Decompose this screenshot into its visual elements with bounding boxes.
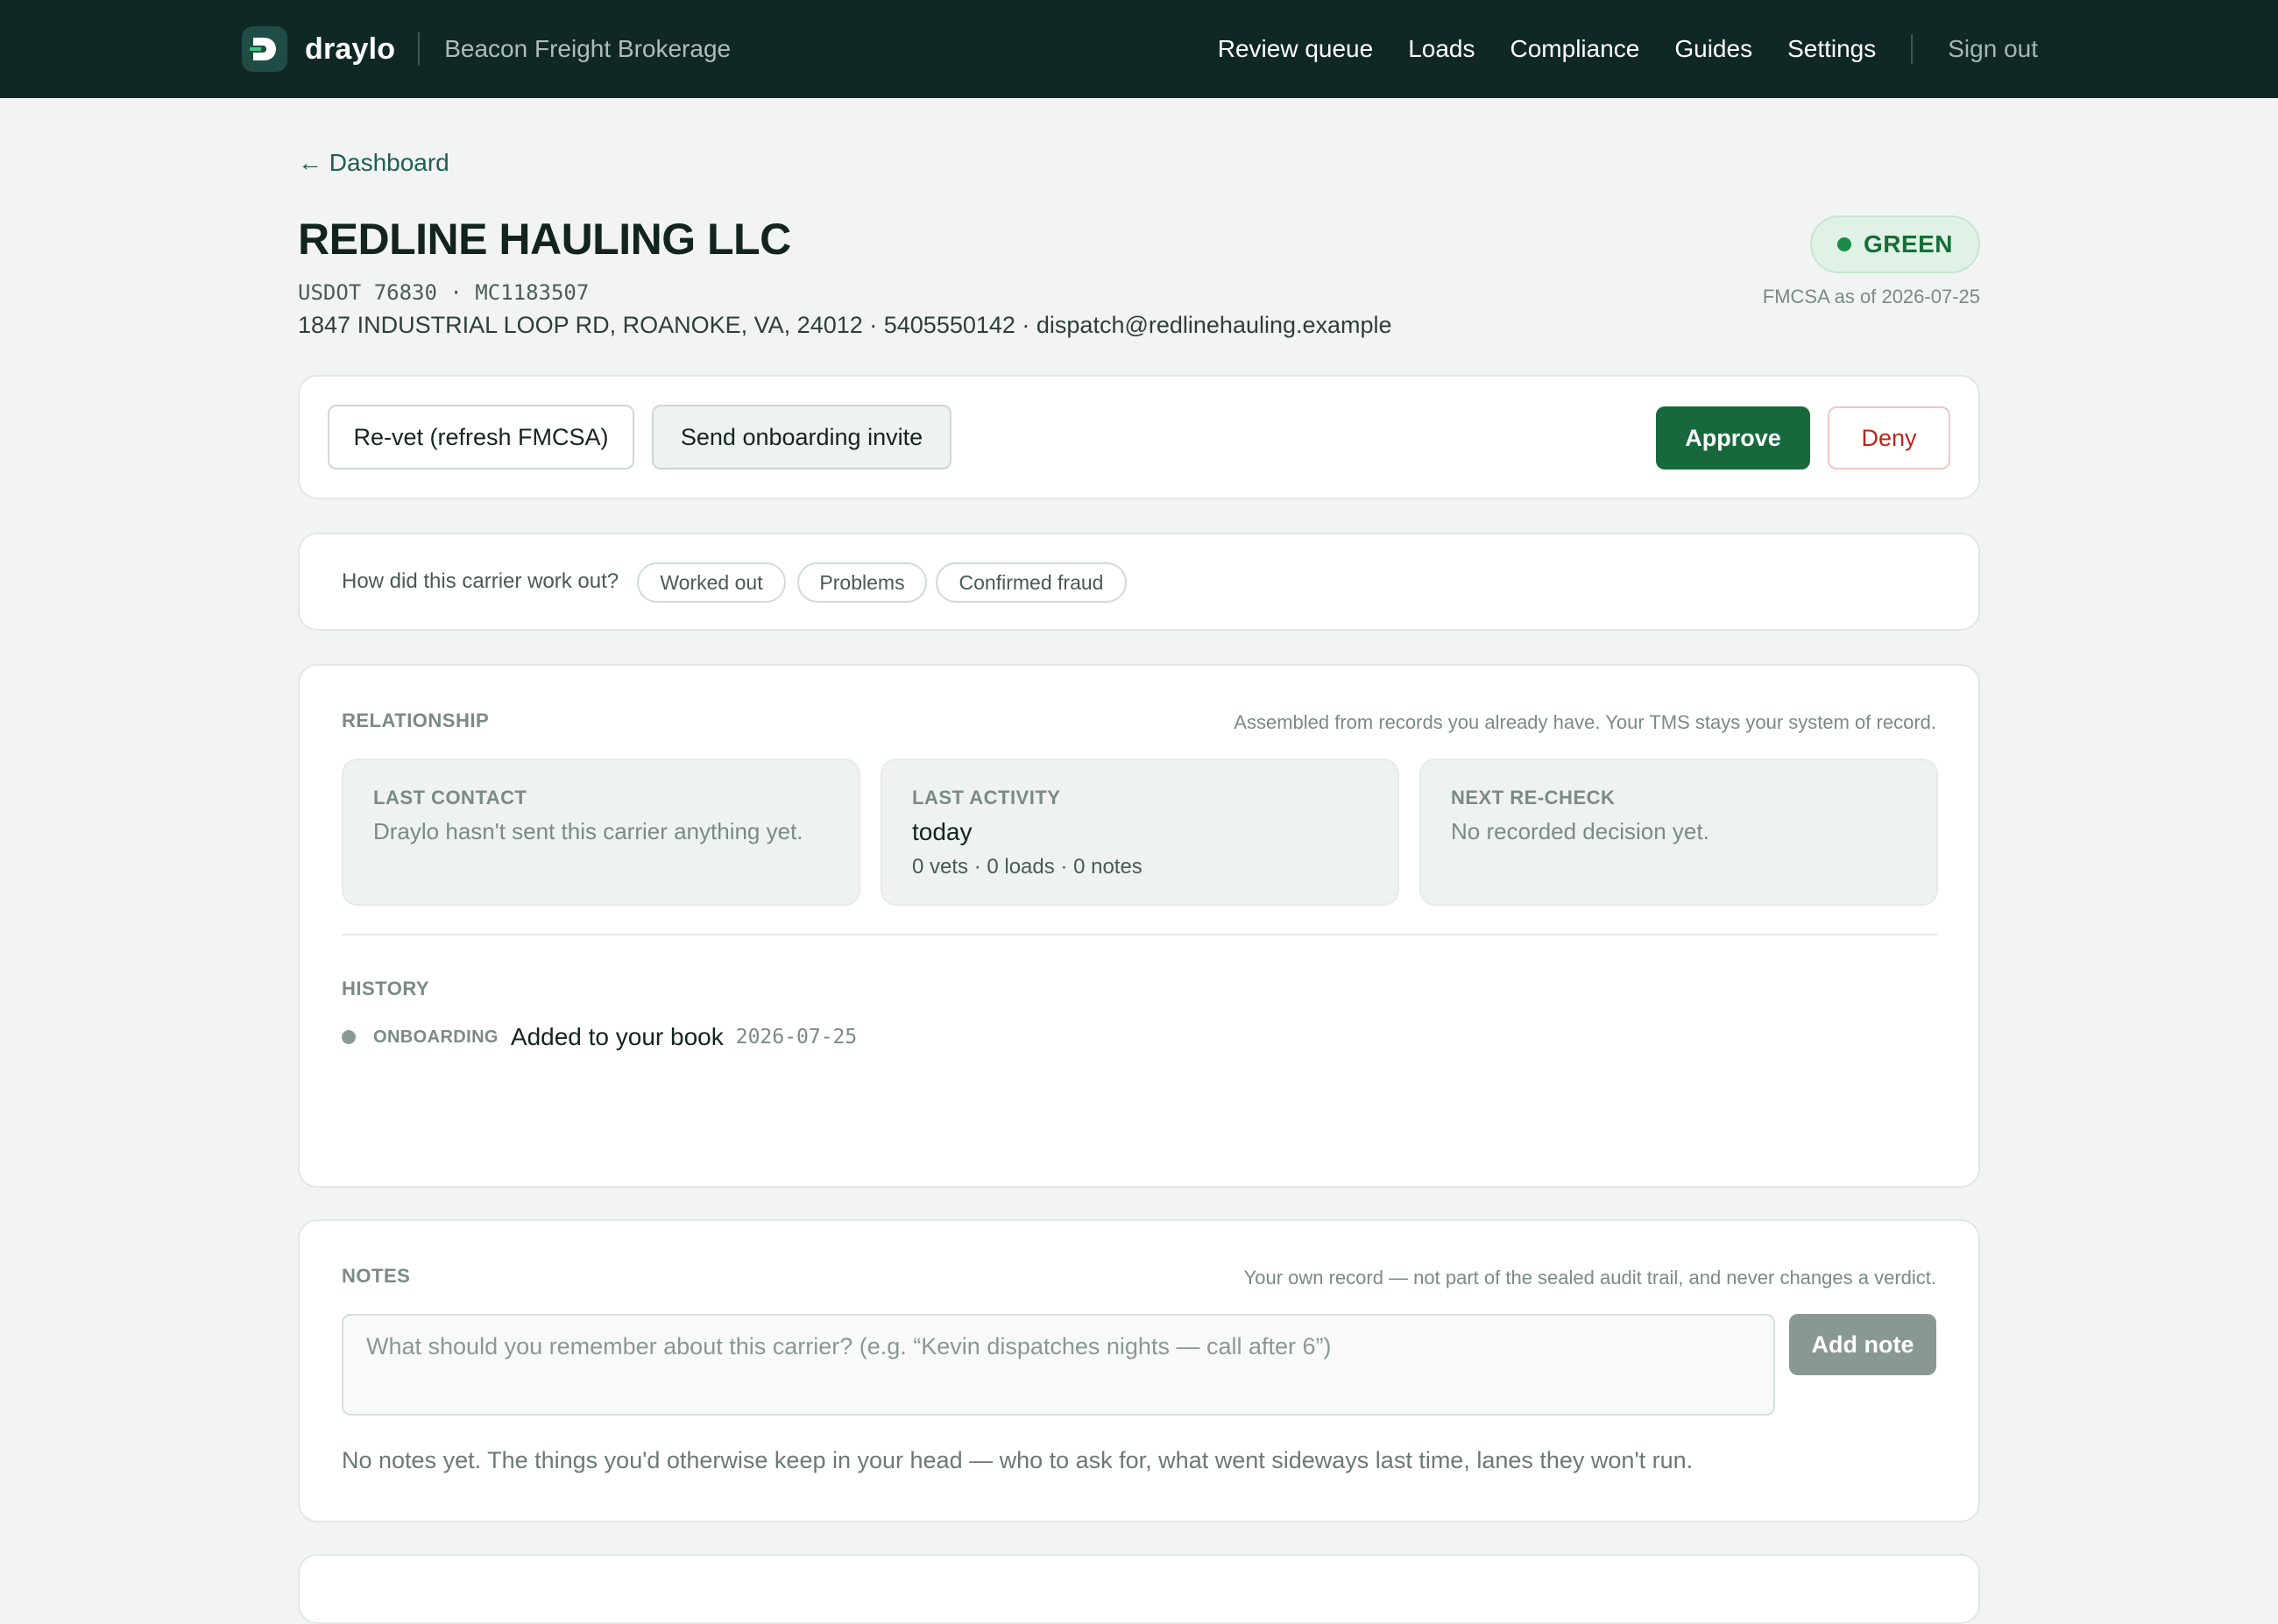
revet-button[interactable]: Re-vet (refresh FMCSA) <box>328 405 634 470</box>
note-textarea[interactable] <box>342 1314 1775 1416</box>
feedback-confirmed-fraud-chip[interactable]: Confirmed fraud <box>936 562 1127 603</box>
next-section-card <box>298 1554 1980 1624</box>
next-recheck-label: NEXT RE-CHECK <box>1451 787 1616 808</box>
last-contact-label: LAST CONTACT <box>373 787 527 808</box>
carrier-name: REDLINE HAULING LLC <box>298 215 791 264</box>
outcome-feedback-card: How did this carrier work out? Worked ou… <box>298 533 1980 631</box>
nav-settings[interactable]: Settings <box>1787 35 1876 63</box>
carrier-contact-line: 1847 INDUSTRIAL LOOP RD, ROANOKE, VA, 24… <box>298 312 1392 338</box>
last-activity-label: LAST ACTIVITY <box>912 787 1061 808</box>
approve-button[interactable]: Approve <box>1656 406 1810 470</box>
brand: draylo Beacon Freight Brokerage <box>242 26 731 72</box>
notes-card: NOTES Your own record — not part of the … <box>298 1219 1980 1522</box>
history-item: ONBOARDING Added to your book 2026-07-25 <box>342 1021 857 1053</box>
history-dot-icon <box>342 1030 356 1044</box>
nav-compliance[interactable]: Compliance <box>1510 35 1640 63</box>
relationship-note: Assembled from records you already have.… <box>1234 711 1936 733</box>
top-nav-bar: draylo Beacon Freight Brokerage Review q… <box>0 0 2278 98</box>
history-item-tag: ONBOARDING <box>373 1027 499 1047</box>
brand-divider <box>418 32 421 66</box>
notes-empty-state: No notes yet. The things you'd otherwise… <box>342 1447 1694 1473</box>
main-nav: Review queue Loads Compliance Guides Set… <box>1218 26 2038 72</box>
section-divider <box>342 934 1938 936</box>
history-heading: HISTORY <box>342 978 430 999</box>
sign-out-link[interactable]: Sign out <box>1948 35 2038 63</box>
notes-note: Your own record — not part of the sealed… <box>1243 1267 1936 1289</box>
history-item-date: 2026-07-25 <box>735 1026 858 1049</box>
last-activity-detail: 0 vets · 0 loads · 0 notes <box>912 855 1143 879</box>
notes-heading: NOTES <box>342 1265 411 1287</box>
next-recheck-tile: NEXT RE-CHECK No recorded decision yet. <box>1419 759 1938 906</box>
deny-button[interactable]: Deny <box>1828 406 1950 470</box>
feedback-problems-chip[interactable]: Problems <box>797 562 927 603</box>
nav-guides[interactable]: Guides <box>1674 35 1752 63</box>
status-label: GREEN <box>1863 230 1954 258</box>
add-note-button[interactable]: Add note <box>1789 1314 1936 1375</box>
back-to-dashboard-link[interactable]: ← Dashboard <box>298 149 449 177</box>
carrier-identifiers: USDOT 76830 · MC1183507 <box>298 280 590 305</box>
last-contact-text: Draylo hasn't sent this carrier anything… <box>373 818 803 844</box>
last-activity-tile: LAST ACTIVITY today 0 vets · 0 loads · 0… <box>881 759 1399 906</box>
organization-name: Beacon Freight Brokerage <box>444 35 732 62</box>
status-badge: GREEN <box>1810 215 1980 273</box>
nav-review-queue[interactable]: Review queue <box>1218 35 1373 63</box>
relationship-card: RELATIONSHIP Assembled from records you … <box>298 664 1980 1188</box>
feedback-worked-out-chip[interactable]: Worked out <box>637 562 786 603</box>
actions-card: Re-vet (refresh FMCSA) Send onboarding i… <box>298 375 1980 499</box>
status-as-of: FMCSA as of 2026-07-25 <box>1762 286 1980 307</box>
next-recheck-text: No recorded decision yet. <box>1451 818 1709 844</box>
last-activity-value: today <box>912 818 973 845</box>
app-name[interactable]: draylo <box>305 32 395 67</box>
history-item-text: Added to your book <box>510 1023 724 1050</box>
nav-loads[interactable]: Loads <box>1408 35 1475 63</box>
feedback-question: How did this carrier work out? <box>342 569 619 593</box>
draylo-logo-icon[interactable] <box>242 26 287 72</box>
relationship-heading: RELATIONSHIP <box>342 710 490 731</box>
last-contact-tile: LAST CONTACT Draylo hasn't sent this car… <box>342 759 860 906</box>
send-onboarding-invite-button[interactable]: Send onboarding invite <box>652 405 952 470</box>
status-dot-icon <box>1836 237 1851 251</box>
nav-divider <box>1911 34 1914 64</box>
